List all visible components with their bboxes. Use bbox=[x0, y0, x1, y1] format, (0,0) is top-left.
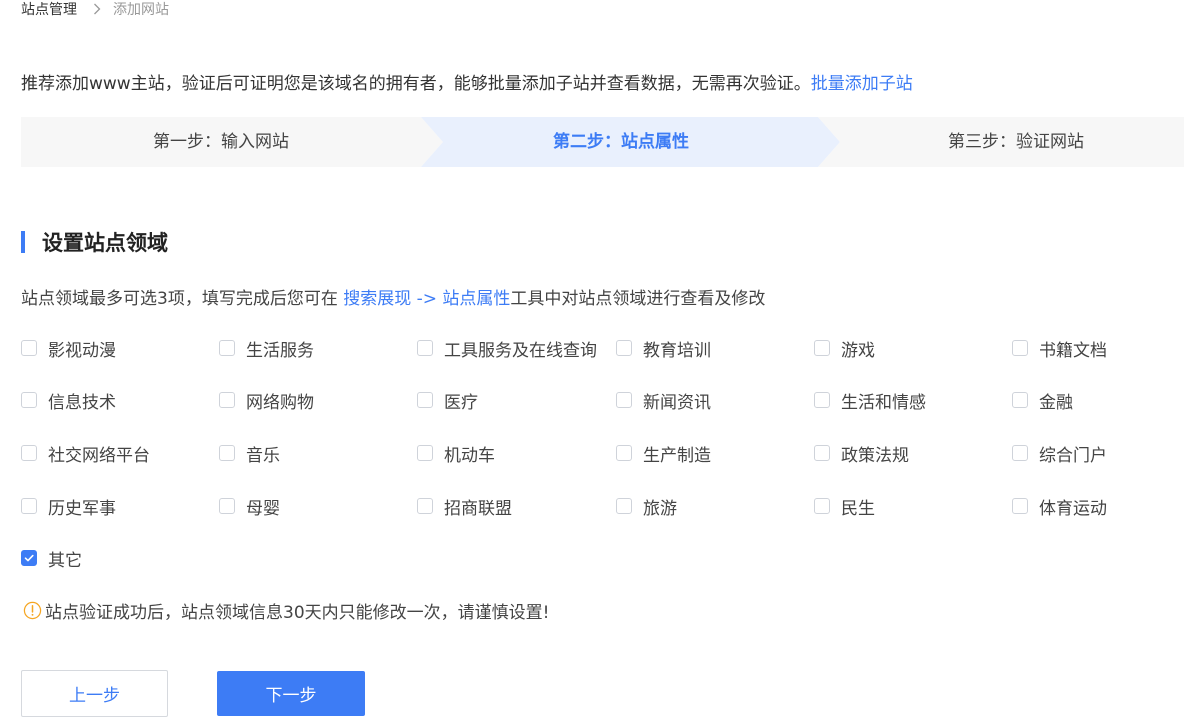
breadcrumb-root[interactable]: 站点管理 bbox=[21, 0, 77, 19]
checkbox-box[interactable] bbox=[417, 340, 433, 356]
category-checkbox[interactable]: 其它 bbox=[21, 546, 82, 571]
category-label: 母婴 bbox=[246, 498, 280, 519]
category-checkbox[interactable]: 影视动漫 bbox=[21, 336, 116, 361]
category-checkbox[interactable]: 网络购物 bbox=[219, 388, 314, 413]
checkbox-box[interactable] bbox=[417, 392, 433, 408]
category-label: 游戏 bbox=[841, 340, 875, 361]
category-checkbox[interactable]: 医疗 bbox=[417, 388, 478, 413]
step-2-label: 第二步：站点属性 bbox=[553, 132, 689, 152]
category-checkbox[interactable]: 民生 bbox=[814, 494, 875, 519]
step-3-label: 第三步：验证网站 bbox=[948, 132, 1084, 152]
category-label: 历史军事 bbox=[48, 498, 116, 519]
checkbox-box[interactable] bbox=[1012, 498, 1028, 514]
category-label: 生活和情感 bbox=[841, 392, 926, 413]
intro-text: 推荐添加www主站，验证后可证明您是该域名的拥有者，能够批量添加子站并查看数据，… bbox=[21, 69, 913, 94]
checkbox-box[interactable] bbox=[814, 340, 830, 356]
step-1-label: 第一步：输入网站 bbox=[153, 132, 289, 152]
breadcrumb-current: 添加网站 bbox=[113, 2, 169, 18]
checkbox-box[interactable] bbox=[21, 550, 37, 566]
category-label: 招商联盟 bbox=[444, 498, 512, 519]
category-checkbox[interactable]: 教育培训 bbox=[616, 336, 711, 361]
step-indicator: 第一步：输入网站 第二步：站点属性 第三步：验证网站 bbox=[21, 117, 1184, 167]
category-label: 生活服务 bbox=[246, 340, 314, 361]
category-label: 书籍文档 bbox=[1039, 340, 1107, 361]
checkbox-box[interactable] bbox=[21, 340, 37, 356]
category-label: 社交网络平台 bbox=[48, 445, 150, 466]
category-label: 金融 bbox=[1039, 392, 1073, 413]
domain-hint: 站点领域最多可选3项，填写完成后您可在 搜索展现 -> 站点属性工具中对站点领域… bbox=[21, 284, 765, 309]
category-checkbox[interactable]: 母婴 bbox=[219, 494, 280, 519]
section-title: 设置站点领域 bbox=[21, 229, 168, 255]
checkbox-box[interactable] bbox=[1012, 340, 1028, 356]
category-label: 工具服务及在线查询 bbox=[444, 340, 597, 361]
category-checkbox[interactable]: 生活服务 bbox=[219, 336, 314, 361]
section-title-bar bbox=[21, 231, 25, 253]
category-label: 教育培训 bbox=[643, 340, 711, 361]
category-label: 旅游 bbox=[643, 498, 677, 519]
hint-prefix: 站点领域最多可选3项，填写完成后您可在 bbox=[21, 289, 344, 309]
category-label: 医疗 bbox=[444, 392, 478, 413]
checkbox-box[interactable] bbox=[616, 340, 632, 356]
checkbox-box[interactable] bbox=[219, 340, 235, 356]
category-label: 生产制造 bbox=[643, 445, 711, 466]
category-checkbox[interactable]: 历史军事 bbox=[21, 494, 116, 519]
batch-add-subsites-link[interactable]: 批量添加子站 bbox=[811, 74, 913, 94]
checkbox-box[interactable] bbox=[616, 445, 632, 461]
chevron-right-icon bbox=[91, 3, 103, 15]
category-checkbox[interactable]: 生产制造 bbox=[616, 441, 711, 466]
category-checkbox[interactable]: 旅游 bbox=[616, 494, 677, 519]
checkbox-box[interactable] bbox=[616, 498, 632, 514]
category-checkbox[interactable]: 新闻资讯 bbox=[616, 388, 711, 413]
checkbox-box[interactable] bbox=[21, 392, 37, 408]
category-checkbox[interactable]: 书籍文档 bbox=[1012, 336, 1107, 361]
checkbox-box[interactable] bbox=[814, 498, 830, 514]
category-label: 信息技术 bbox=[48, 392, 116, 413]
category-checkbox[interactable]: 政策法规 bbox=[814, 441, 909, 466]
checkbox-box[interactable] bbox=[417, 445, 433, 461]
check-icon bbox=[24, 554, 34, 562]
warning-message: 站点验证成功后，站点领域信息30天内只能修改一次，请谨慎设置! bbox=[23, 598, 550, 623]
checkbox-box[interactable] bbox=[21, 445, 37, 461]
checkbox-box[interactable] bbox=[21, 498, 37, 514]
category-checkbox[interactable]: 社交网络平台 bbox=[21, 441, 150, 466]
category-checkbox[interactable]: 工具服务及在线查询 bbox=[417, 336, 597, 361]
site-attribute-link[interactable]: 搜索展现 -> 站点属性 bbox=[343, 289, 510, 309]
breadcrumb: 站点管理 添加网站 bbox=[21, 0, 169, 18]
exclamation-circle-icon bbox=[23, 601, 42, 619]
checkbox-box[interactable] bbox=[417, 498, 433, 514]
category-checkbox[interactable]: 生活和情感 bbox=[814, 388, 926, 413]
category-label: 民生 bbox=[841, 498, 875, 519]
checkbox-box[interactable] bbox=[1012, 445, 1028, 461]
section-title-text: 设置站点领域 bbox=[42, 231, 168, 255]
prev-step-button[interactable]: 上一步 bbox=[21, 670, 168, 717]
category-checkbox[interactable]: 游戏 bbox=[814, 336, 875, 361]
warning-text: 站点验证成功后，站点领域信息30天内只能修改一次，请谨慎设置! bbox=[45, 602, 550, 623]
next-step-button[interactable]: 下一步 bbox=[217, 671, 365, 716]
category-checkbox[interactable]: 金融 bbox=[1012, 388, 1073, 413]
category-checkbox[interactable]: 机动车 bbox=[417, 441, 495, 466]
checkbox-box[interactable] bbox=[219, 498, 235, 514]
intro-description: 推荐添加www主站，验证后可证明您是该域名的拥有者，能够批量添加子站并查看数据，… bbox=[21, 74, 811, 94]
category-checkbox[interactable]: 音乐 bbox=[219, 441, 280, 466]
category-label: 机动车 bbox=[444, 445, 495, 466]
category-label: 网络购物 bbox=[246, 392, 314, 413]
category-label: 体育运动 bbox=[1039, 498, 1107, 519]
category-checkbox[interactable]: 综合门户 bbox=[1012, 441, 1107, 466]
checkbox-box[interactable] bbox=[1012, 392, 1028, 408]
category-checkbox[interactable]: 体育运动 bbox=[1012, 494, 1107, 519]
checkbox-box[interactable] bbox=[814, 445, 830, 461]
category-label: 音乐 bbox=[246, 445, 280, 466]
category-label: 综合门户 bbox=[1039, 445, 1107, 466]
category-checkbox[interactable]: 招商联盟 bbox=[417, 494, 512, 519]
category-label: 政策法规 bbox=[841, 445, 909, 466]
category-label: 影视动漫 bbox=[48, 340, 116, 361]
checkbox-box[interactable] bbox=[219, 445, 235, 461]
checkbox-box[interactable] bbox=[219, 392, 235, 408]
category-label: 新闻资讯 bbox=[643, 392, 711, 413]
category-label: 其它 bbox=[48, 550, 82, 571]
hint-suffix: 工具中对站点领域进行查看及修改 bbox=[510, 289, 766, 309]
category-checkbox[interactable]: 信息技术 bbox=[21, 388, 116, 413]
checkbox-box[interactable] bbox=[814, 392, 830, 408]
checkbox-box[interactable] bbox=[616, 392, 632, 408]
